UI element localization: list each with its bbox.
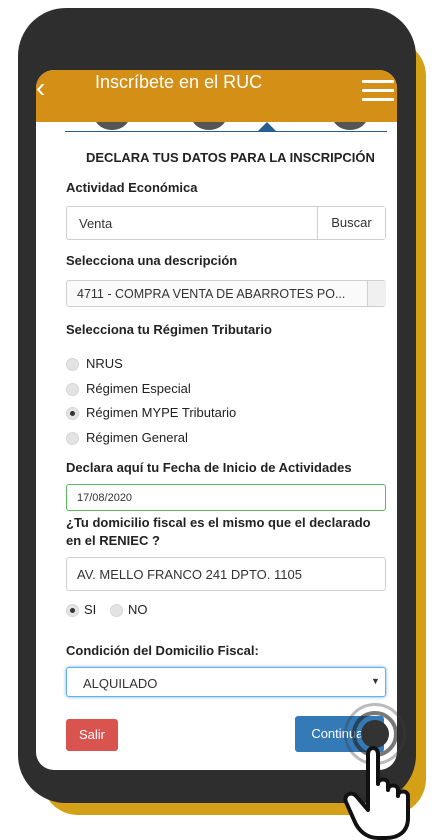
pointing-hand-icon	[343, 746, 410, 840]
regimen-label: Selecciona tu Régimen Tributario	[66, 322, 272, 337]
dropdown-handle[interactable]	[367, 281, 386, 306]
actividad-value: Venta	[79, 216, 113, 231]
fecha-input[interactable]: 17/08/2020	[66, 484, 386, 511]
radio-no-label: NO	[128, 602, 148, 617]
step-dot	[94, 122, 130, 130]
radio-regimen-mype[interactable]	[66, 407, 79, 420]
salir-button[interactable]: Salir	[66, 719, 118, 751]
app-bar-title: Inscríbete en el RUC	[95, 72, 263, 92]
fecha-label: Declara aquí tu Fecha de Inicio de Activ…	[66, 460, 352, 475]
radio-regimen-general-label: Régimen General	[86, 430, 188, 445]
step-indicator	[36, 122, 397, 136]
buscar-button[interactable]: Buscar	[317, 207, 385, 239]
radio-regimen-general[interactable]	[66, 432, 79, 445]
step-dot	[191, 122, 227, 130]
descripcion-label: Selecciona una descripción	[66, 253, 238, 268]
radio-si-label: SI	[84, 602, 97, 617]
domicilio-question-line2: en el RENIEC ?	[66, 533, 160, 548]
radio-regimen-mype-label: Régimen MYPE Tributario	[86, 405, 237, 420]
radio-no[interactable]	[110, 604, 123, 617]
chevron-down-icon: ▼	[371, 676, 380, 686]
radio-si[interactable]	[66, 604, 79, 617]
menu-icon[interactable]	[362, 80, 394, 102]
actividad-label: Actividad Económica	[66, 180, 198, 195]
condicion-select[interactable]: ALQUILADO ▼	[66, 667, 386, 697]
radio-regimen-especial[interactable]	[66, 383, 79, 396]
condicion-label: Condición del Domicilio Fiscal:	[66, 643, 259, 658]
current-step-arrow-icon	[258, 122, 276, 131]
step-progress-line	[65, 131, 387, 132]
domicilio-question-line1: ¿Tu domicilio fiscal es el mismo que el …	[66, 515, 371, 530]
back-arrow-icon[interactable]: ‹	[36, 74, 45, 102]
condicion-value: ALQUILADO	[83, 676, 158, 691]
descripcion-value: 4711 - COMPRA VENTA DE ABARROTES PO...	[77, 287, 346, 301]
domicilio-input[interactable]: AV. MELLO FRANCO 241 DPTO. 1105	[66, 557, 386, 591]
form-heading: DECLARA TUS DATOS PARA LA INSCRIPCIÓN	[86, 150, 375, 165]
radio-nrus[interactable]	[66, 358, 79, 371]
actividad-input[interactable]: Venta Buscar	[66, 206, 386, 240]
radio-regimen-especial-label: Régimen Especial	[86, 381, 191, 396]
radio-nrus-label: NRUS	[86, 356, 123, 371]
domicilio-value: AV. MELLO FRANCO 241 DPTO. 1105	[77, 567, 302, 582]
descripcion-select[interactable]: 4711 - COMPRA VENTA DE ABARROTES PO...	[66, 280, 386, 307]
phone-screen	[36, 70, 397, 770]
fecha-value: 17/08/2020	[77, 492, 133, 504]
step-dot	[332, 122, 368, 130]
